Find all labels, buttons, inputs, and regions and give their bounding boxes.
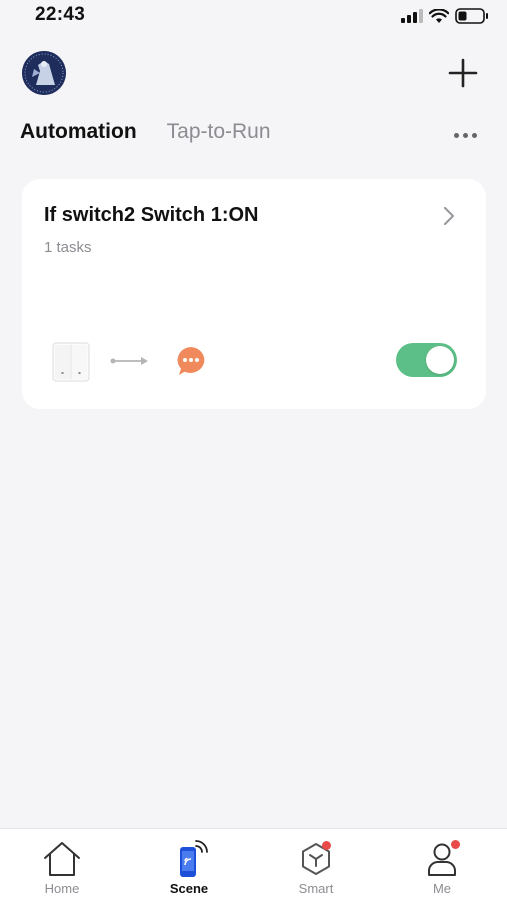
nav-scene[interactable]: Scene bbox=[139, 829, 239, 900]
scene-tabs: Automation Tap-to-Run bbox=[20, 120, 271, 154]
nav-scene-label: Scene bbox=[169, 881, 209, 896]
status-icons bbox=[401, 6, 489, 26]
scene-icon bbox=[180, 840, 208, 877]
nav-home-label: Home bbox=[44, 881, 80, 896]
wall-switch-icon bbox=[52, 342, 90, 382]
smart-notification-badge bbox=[322, 841, 331, 850]
battery-icon bbox=[455, 8, 488, 24]
nav-me[interactable]: Me bbox=[392, 829, 492, 900]
chevron-right-icon[interactable] bbox=[440, 205, 458, 227]
tab-automation[interactable]: Automation bbox=[20, 120, 137, 144]
status-time: 22:43 bbox=[35, 4, 86, 25]
home-icon bbox=[44, 842, 80, 876]
nav-home[interactable]: Home bbox=[12, 829, 112, 900]
automation-title: If switch2 Switch 1:ON bbox=[44, 204, 259, 226]
cellular-signal-icon bbox=[401, 9, 423, 23]
bottom-nav: Home Scene Smart Me bbox=[0, 828, 507, 900]
nav-me-label: Me bbox=[432, 881, 452, 896]
me-notification-badge bbox=[451, 840, 460, 849]
nav-smart[interactable]: Smart bbox=[266, 829, 366, 900]
automation-card[interactable]: If switch2 Switch 1:ON 1 tasks bbox=[22, 179, 486, 409]
toggle-knob bbox=[426, 346, 454, 374]
smart-cube-icon bbox=[302, 843, 330, 875]
arrow-right-icon bbox=[110, 357, 148, 365]
more-horizontal-icon[interactable] bbox=[448, 124, 482, 146]
automation-enable-toggle[interactable] bbox=[396, 343, 457, 377]
plus-icon[interactable] bbox=[446, 56, 480, 90]
nav-smart-label: Smart bbox=[298, 881, 334, 896]
automation-task-count: 1 tasks bbox=[44, 239, 92, 256]
status-bar: 22:43 bbox=[0, 0, 507, 34]
avatar-image bbox=[22, 51, 66, 95]
message-bubble-icon bbox=[177, 347, 205, 375]
wifi-icon bbox=[429, 8, 449, 23]
tab-tap-to-run[interactable]: Tap-to-Run bbox=[167, 120, 271, 144]
avatar[interactable] bbox=[22, 51, 66, 95]
